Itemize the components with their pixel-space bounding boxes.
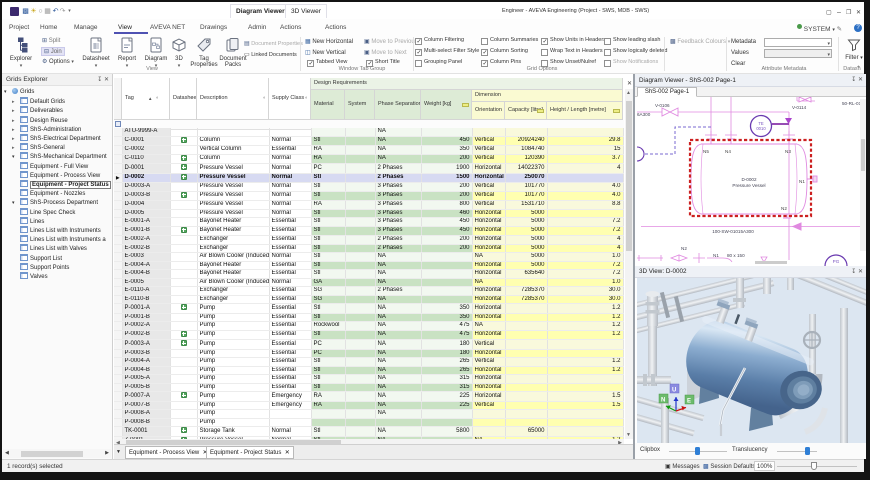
svg-text:N1: N1 bbox=[799, 179, 805, 184]
svg-text:N2: N2 bbox=[681, 246, 687, 251]
svg-text:E: E bbox=[687, 399, 691, 405]
svg-text:N4: N4 bbox=[725, 149, 731, 154]
svg-text:D-0002: D-0002 bbox=[741, 177, 757, 182]
svg-text:V-0114: V-0114 bbox=[792, 105, 807, 110]
svg-text:100-SW-01015A300: 100-SW-01015A300 bbox=[712, 229, 754, 234]
svg-text:0010: 0010 bbox=[756, 126, 766, 131]
svg-text:N: N bbox=[661, 398, 665, 404]
svg-text:6A300: 6A300 bbox=[637, 112, 651, 117]
svg-text:Pressure Vessel: Pressure Vessel bbox=[732, 183, 765, 188]
svg-text:N3: N3 bbox=[785, 149, 791, 154]
svg-text:U: U bbox=[672, 388, 676, 394]
svg-text:V-0106: V-0106 bbox=[655, 103, 670, 108]
svg-text:N1: N1 bbox=[713, 253, 719, 258]
svg-text:N2: N2 bbox=[781, 206, 787, 211]
svg-text:N5: N5 bbox=[703, 149, 709, 154]
svg-text:80 x 150: 80 x 150 bbox=[727, 253, 745, 258]
svg-text:PG: PG bbox=[833, 259, 840, 264]
